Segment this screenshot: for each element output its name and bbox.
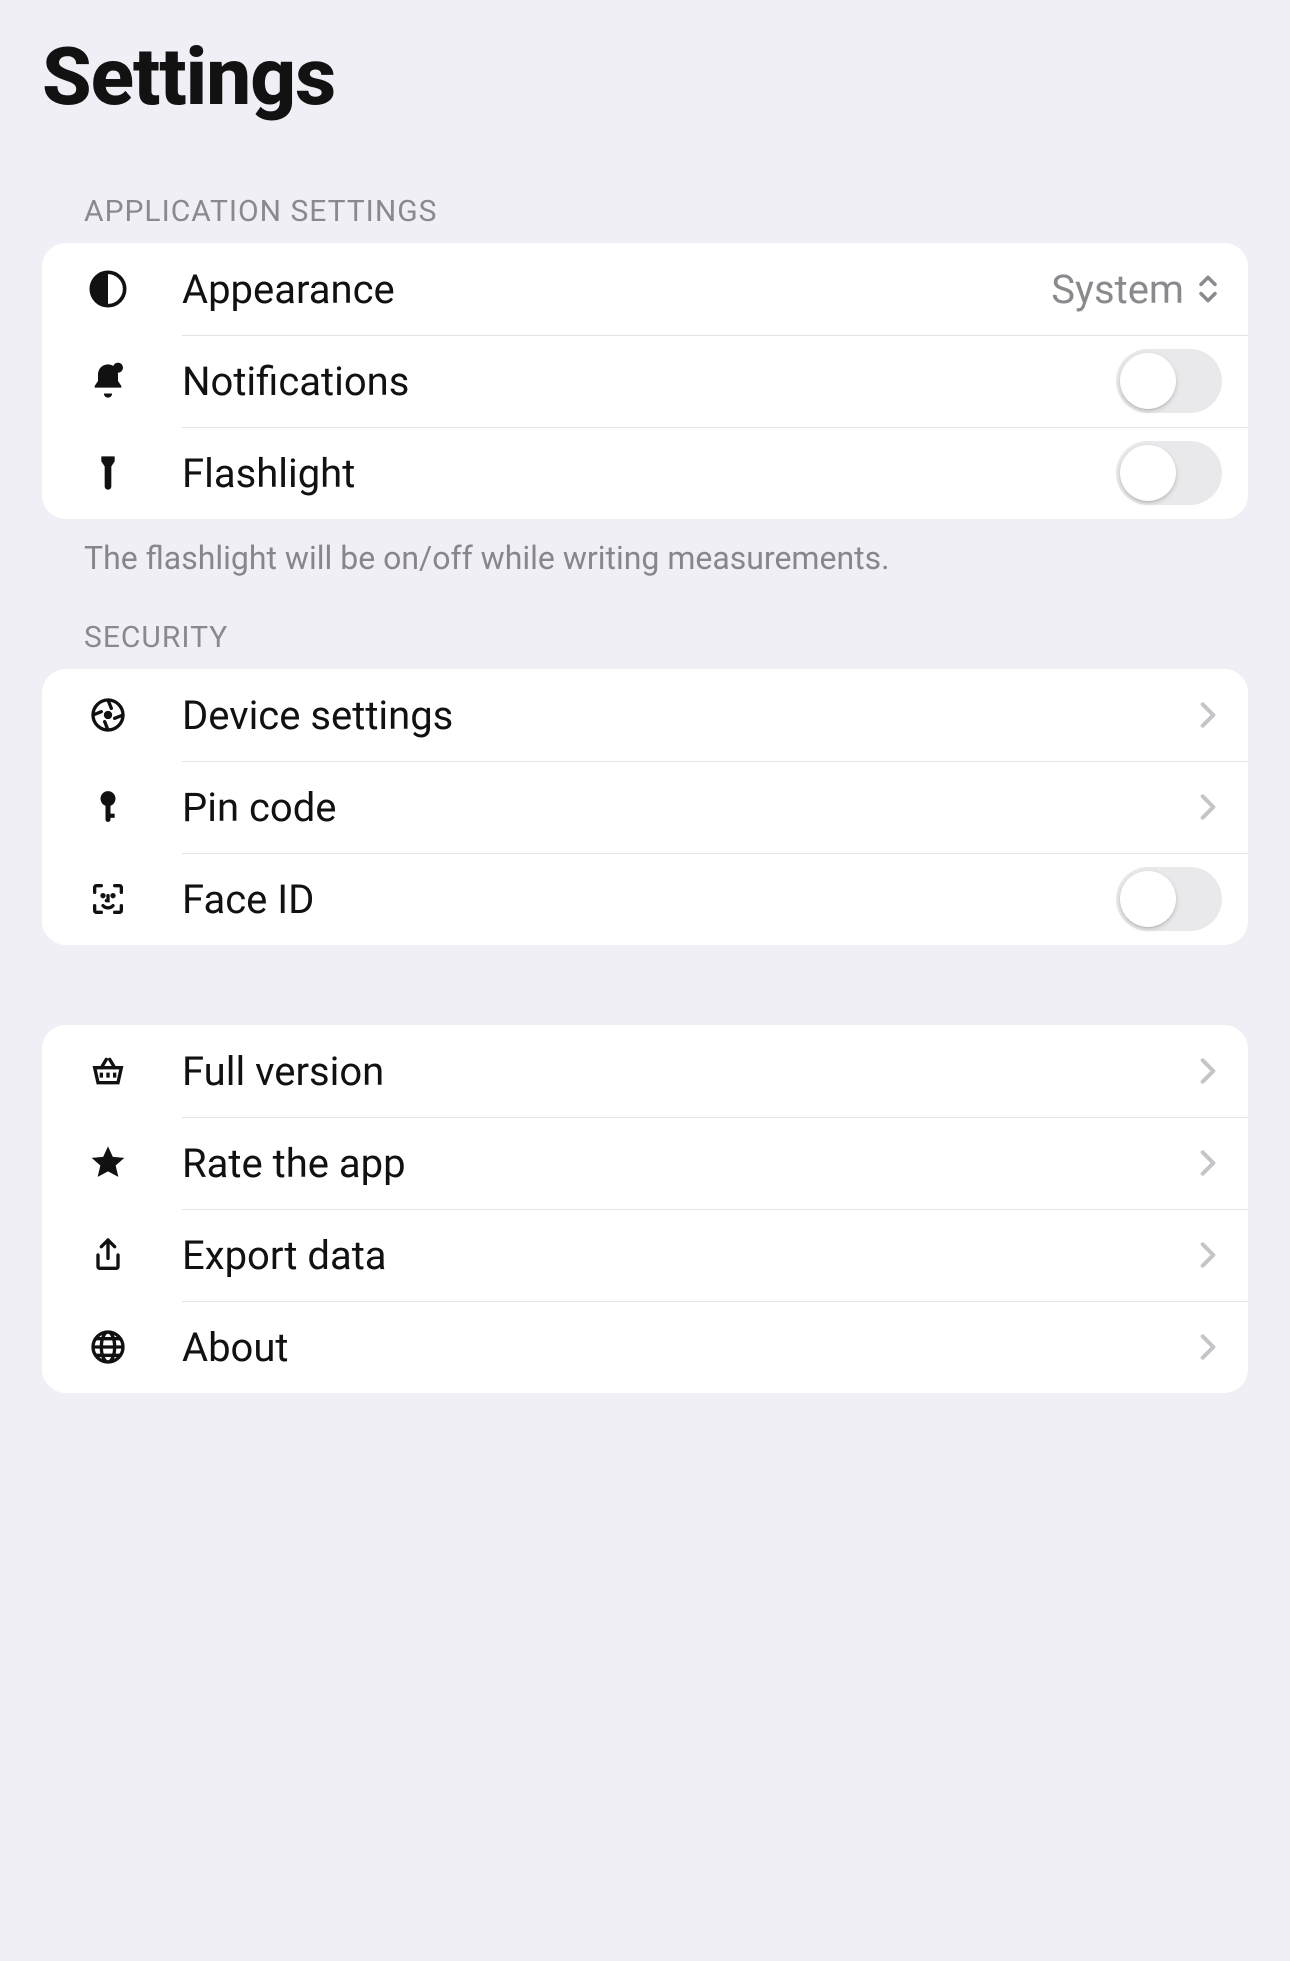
row-export-data[interactable]: Export data xyxy=(42,1209,1248,1301)
section-app: Appearance System Notifications Flashlig… xyxy=(42,243,1248,519)
row-appearance-value: System xyxy=(1051,266,1184,313)
row-pin-code[interactable]: Pin code xyxy=(42,761,1248,853)
section-other: Full version Rate the app Export data Ab… xyxy=(42,1025,1248,1393)
row-rate-app[interactable]: Rate the app xyxy=(42,1117,1248,1209)
chevron-right-icon xyxy=(1194,1147,1222,1179)
notifications-toggle[interactable] xyxy=(1116,349,1222,413)
gear-icon xyxy=(86,693,130,737)
page-title: Settings xyxy=(0,0,1290,154)
updown-icon xyxy=(1194,271,1222,307)
key-icon xyxy=(86,785,130,829)
face-id-icon xyxy=(86,877,130,921)
row-about-label: About xyxy=(182,1324,1194,1371)
row-flashlight: Flashlight xyxy=(42,427,1248,519)
share-icon xyxy=(86,1233,130,1277)
contrast-icon xyxy=(86,267,130,311)
row-pin-code-label: Pin code xyxy=(182,784,1194,831)
row-export-data-label: Export data xyxy=(182,1232,1194,1279)
row-about[interactable]: About xyxy=(42,1301,1248,1393)
row-appearance-label: Appearance xyxy=(182,266,1051,313)
row-notifications-label: Notifications xyxy=(182,358,1116,405)
flashlight-note: The flashlight will be on/off while writ… xyxy=(0,519,1290,580)
row-device-settings-label: Device settings xyxy=(182,692,1194,739)
star-icon xyxy=(86,1141,130,1185)
section-header-security: SECURITY xyxy=(0,580,1290,669)
section-header-app: APPLICATION SETTINGS xyxy=(0,154,1290,243)
row-notifications: Notifications xyxy=(42,335,1248,427)
row-full-version[interactable]: Full version xyxy=(42,1025,1248,1117)
section-security: Device settings Pin code Face ID xyxy=(42,669,1248,945)
row-face-id: Face ID xyxy=(42,853,1248,945)
flashlight-toggle[interactable] xyxy=(1116,441,1222,505)
chevron-right-icon xyxy=(1194,1239,1222,1271)
chevron-right-icon xyxy=(1194,1055,1222,1087)
chevron-right-icon xyxy=(1194,1331,1222,1363)
bell-icon xyxy=(86,359,130,403)
row-appearance[interactable]: Appearance System xyxy=(42,243,1248,335)
chevron-right-icon xyxy=(1194,791,1222,823)
flashlight-icon xyxy=(86,451,130,495)
row-device-settings[interactable]: Device settings xyxy=(42,669,1248,761)
row-full-version-label: Full version xyxy=(182,1048,1194,1095)
globe-icon xyxy=(86,1325,130,1369)
chevron-right-icon xyxy=(1194,699,1222,731)
row-rate-app-label: Rate the app xyxy=(182,1140,1194,1187)
face-id-toggle[interactable] xyxy=(1116,867,1222,931)
row-face-id-label: Face ID xyxy=(182,876,1116,923)
row-flashlight-label: Flashlight xyxy=(182,450,1116,497)
basket-icon xyxy=(86,1049,130,1093)
